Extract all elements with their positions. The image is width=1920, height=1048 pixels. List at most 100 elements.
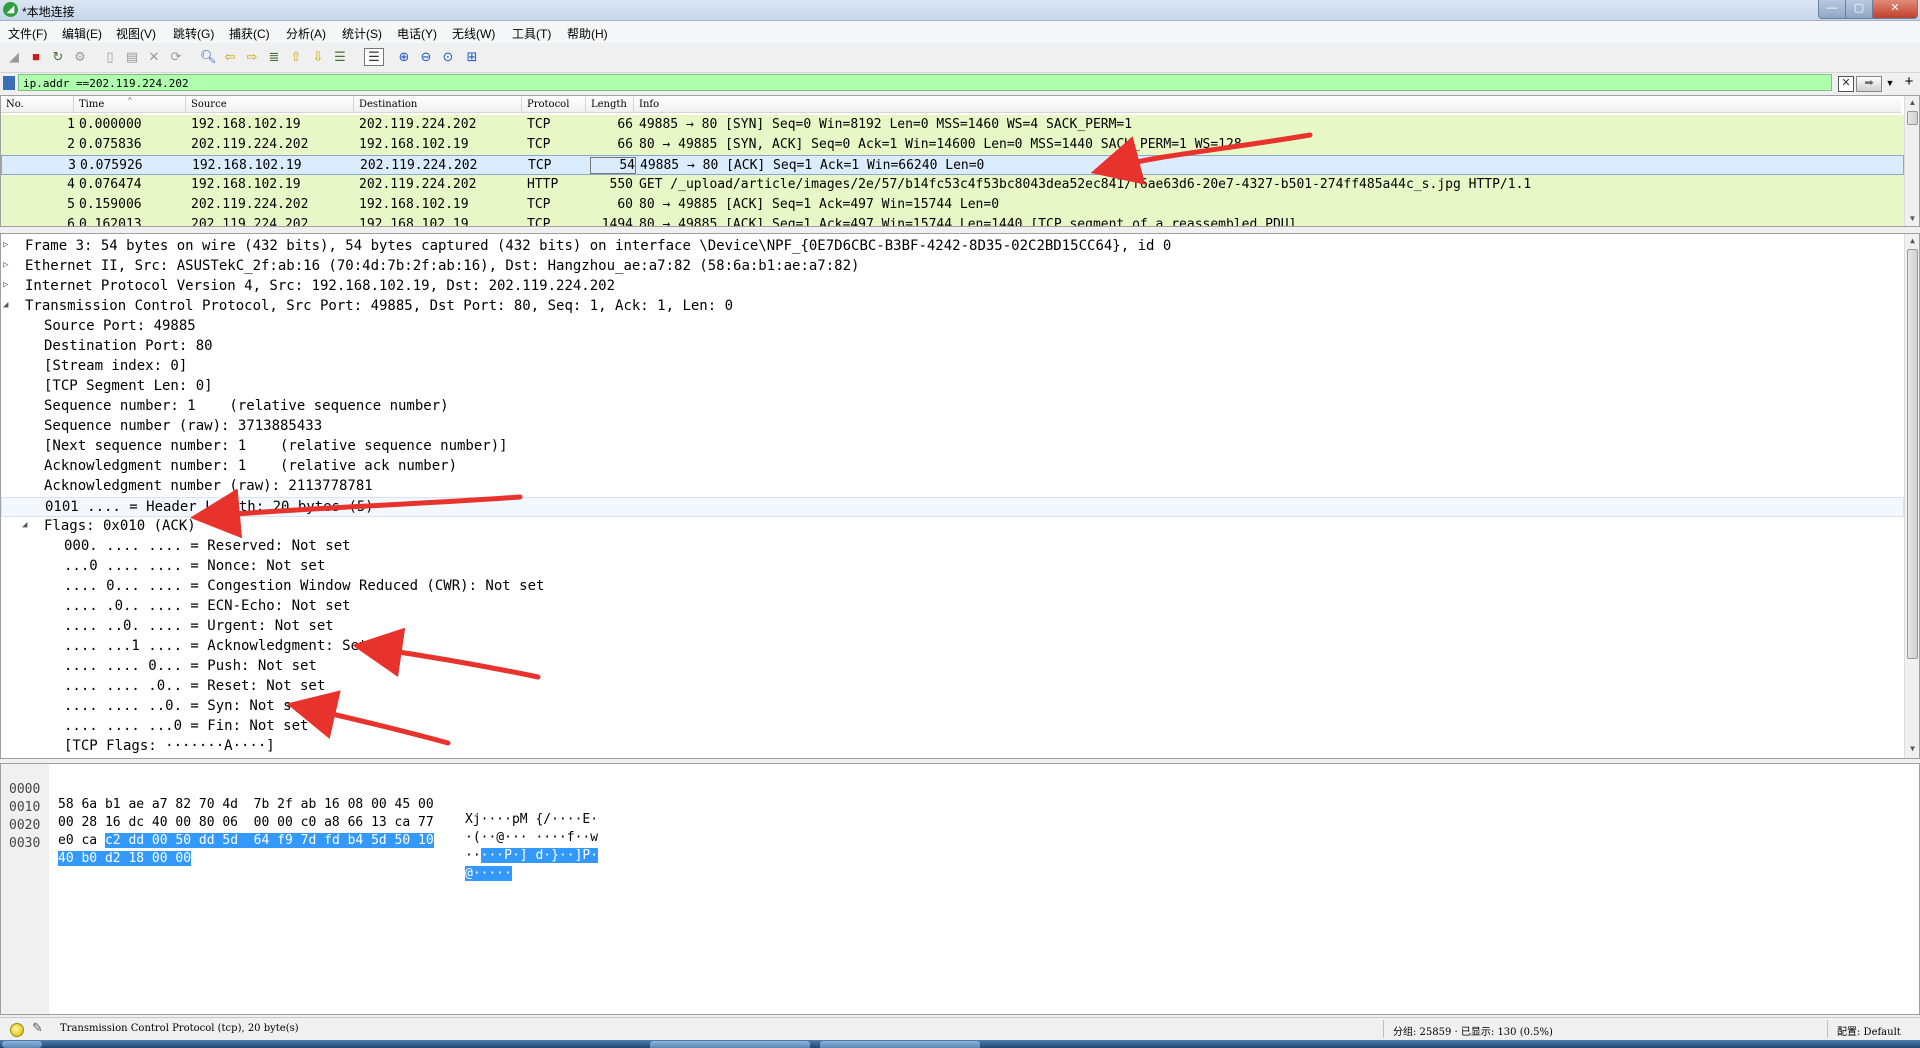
bytes-row[interactable]: 0020 e0 ca c2 dd 00 50 dd 5d 64 f9 7d fd… <box>1 803 1901 863</box>
packet-row[interactable]: 4 0.076474 192.168.102.19 202.119.224.20… <box>1 175 1904 195</box>
go-back-icon[interactable]: ⇦ <box>222 49 238 65</box>
bytes-row[interactable]: 0000 58 6a b1 ae a7 82 70 4d 7b 2f ab 16… <box>1 767 1901 827</box>
detail-row[interactable]: .... ...1 .... = Acknowledgment: Set <box>1 637 1904 657</box>
menu-tools[interactable]: 工具(T) <box>512 25 551 42</box>
packet-list-scrollbar[interactable]: ▲ ▼ <box>1904 96 1919 226</box>
column-header-source[interactable]: Source <box>191 99 227 110</box>
expand-triangle-icon[interactable]: ▷ <box>3 240 13 250</box>
collapse-triangle-icon[interactable]: ◢ <box>22 520 32 530</box>
detail-row[interactable]: ▷ Ethernet II, Src: ASUSTekC_2f:ab:16 (70… <box>1 257 1904 277</box>
go-first-icon[interactable]: ⇧ <box>288 49 304 65</box>
find-packet-icon[interactable]: 🔍︎ <box>200 49 217 65</box>
detail-row[interactable]: ◢ Flags: 0x010 (ACK) <box>1 517 1904 537</box>
detail-row[interactable]: ◢ Transmission Control Protocol, Src Port… <box>1 297 1904 317</box>
detail-row[interactable]: .... .... 0... = Push: Not set <box>1 657 1904 677</box>
menu-capture[interactable]: 捕获(C) <box>229 25 270 42</box>
close-file-icon[interactable]: ✕ <box>146 49 162 65</box>
detail-row[interactable]: Source Port: 49885 <box>1 317 1904 337</box>
display-filter-input[interactable]: ip.addr ==202.119.224.202 <box>18 74 1832 91</box>
autoscroll-icon[interactable]: ☰ <box>332 49 348 65</box>
detail-row[interactable]: [Stream index: 0] <box>1 357 1904 377</box>
column-header-protocol[interactable]: Protocol <box>527 99 569 110</box>
packet-row-selected[interactable]: 3 0.075926 192.168.102.19 202.119.224.20… <box>1 155 1904 175</box>
zoom-reset-icon[interactable]: ⊙ <box>440 49 456 65</box>
menu-statistics[interactable]: 统计(S) <box>342 25 382 42</box>
reload-file-icon[interactable]: ⟳ <box>168 49 184 65</box>
collapse-triangle-icon[interactable]: ◢ <box>3 300 13 310</box>
detail-row[interactable]: Sequence number: 1 (relative sequence nu… <box>1 397 1904 417</box>
packet-row[interactable]: 1 0.000000 192.168.102.19 202.119.224.20… <box>1 115 1904 135</box>
detail-row[interactable]: .... .0.. .... = ECN-Echo: Not set <box>1 597 1904 617</box>
scroll-thumb[interactable] <box>1907 111 1918 125</box>
taskbar-button[interactable] <box>820 1041 980 1048</box>
bytes-row[interactable]: 0030 40 b0 d2 18 00 00 @····· <box>1 821 1901 881</box>
detail-row[interactable]: Acknowledgment number (raw): 2113778781 <box>1 477 1904 497</box>
go-last-icon[interactable]: ⇩ <box>310 49 326 65</box>
scroll-up-icon[interactable]: ▲ <box>1905 234 1919 248</box>
minimize-button[interactable]: — <box>1818 0 1846 19</box>
detail-row[interactable]: Acknowledgment number: 1 (relative ack n… <box>1 457 1904 477</box>
start-capture-fin-icon[interactable]: ◢ <box>6 49 22 65</box>
detail-row[interactable]: [Next sequence number: 1 (relative seque… <box>1 437 1904 457</box>
go-to-packet-icon[interactable]: ≣ <box>266 49 282 65</box>
column-header-time[interactable]: Time <box>79 99 104 110</box>
edit-comment-pencil-icon[interactable]: ✎ <box>32 1020 43 1036</box>
menu-help[interactable]: 帮助(H) <box>567 25 608 42</box>
column-header-length[interactable]: Length <box>591 99 627 110</box>
expert-info-led-icon[interactable] <box>10 1023 24 1037</box>
plus-icon[interactable]: + <box>1902 74 1916 90</box>
colorize-icon[interactable]: ☰ <box>364 48 384 66</box>
chevron-down-icon[interactable]: ▼ <box>1883 76 1897 90</box>
detail-row[interactable]: 0101 .... = Header Length: 20 bytes (5) <box>1 497 1904 517</box>
restart-capture-icon[interactable]: ↻ <box>50 49 66 65</box>
detail-row[interactable]: .... 0... .... = Congestion Window Reduc… <box>1 577 1904 597</box>
column-header-no[interactable]: No. <box>6 99 24 110</box>
maximize-button[interactable]: ▢ <box>1845 0 1873 19</box>
scroll-down-icon[interactable]: ▼ <box>1905 212 1919 226</box>
detail-row[interactable]: .... .... ..0. = Syn: Not set <box>1 697 1904 717</box>
detail-row[interactable]: ▷ Internet Protocol Version 4, Src: 192.1… <box>1 277 1904 297</box>
taskbar-button[interactable] <box>650 1041 810 1048</box>
detail-row[interactable]: [TCP Flags: ·······A····] <box>1 737 1904 757</box>
scroll-up-icon[interactable]: ▲ <box>1905 96 1919 110</box>
go-forward-icon[interactable]: ⇨ <box>244 49 260 65</box>
menu-edit[interactable]: 编辑(E) <box>62 25 102 42</box>
zoom-in-icon[interactable]: ⊕ <box>396 49 412 65</box>
packet-row[interactable]: 2 0.075836 202.119.224.202 192.168.102.1… <box>1 135 1904 155</box>
menu-telephony[interactable]: 电话(Y) <box>397 25 437 42</box>
expand-triangle-icon[interactable]: ▷ <box>3 260 13 270</box>
bookmark-icon[interactable] <box>3 76 15 90</box>
menu-file[interactable]: 文件(F) <box>8 25 47 42</box>
menu-wireless[interactable]: 无线(W) <box>452 25 495 42</box>
packet-row[interactable]: 6 0.162013 202.119.224.202 192.168.102.1… <box>1 215 1904 226</box>
detail-row[interactable]: Destination Port: 80 <box>1 337 1904 357</box>
detail-row[interactable]: ▷ Frame 3: 54 bytes on wire (432 bits), 5… <box>1 237 1904 257</box>
save-file-icon[interactable]: ▤ <box>124 49 140 65</box>
menu-go[interactable]: 跳转(G) <box>173 25 214 42</box>
details-scrollbar[interactable]: ▲ ▼ <box>1904 234 1919 758</box>
open-file-icon[interactable]: ▯ <box>102 49 118 65</box>
capture-options-icon[interactable]: ⚙ <box>72 49 88 65</box>
detail-row[interactable]: [TCP Segment Len: 0] <box>1 377 1904 397</box>
resize-columns-icon[interactable]: ⊞ <box>464 49 480 65</box>
packet-row[interactable]: 5 0.159006 202.119.224.202 192.168.102.1… <box>1 195 1904 215</box>
bytes-row[interactable]: 0010 00 28 16 dc 40 00 80 06 00 00 c0 a8… <box>1 785 1901 845</box>
apply-filter-arrow-icon[interactable]: ➡ <box>1856 76 1882 92</box>
clear-filter-icon[interactable]: ✕ <box>1838 76 1854 92</box>
detail-row[interactable]: ...0 .... .... = Nonce: Not set <box>1 557 1904 577</box>
stop-capture-icon[interactable]: ■ <box>28 49 44 65</box>
detail-row[interactable]: .... .... .0.. = Reset: Not set <box>1 677 1904 697</box>
status-profile[interactable]: 配置: Default <box>1837 1023 1901 1038</box>
close-button[interactable]: ✕ <box>1872 0 1918 19</box>
zoom-out-icon[interactable]: ⊖ <box>418 49 434 65</box>
detail-row[interactable]: Sequence number (raw): 3713885433 <box>1 417 1904 437</box>
menu-view[interactable]: 视图(V) <box>116 25 156 42</box>
detail-row[interactable]: .... ..0. .... = Urgent: Not set <box>1 617 1904 637</box>
column-header-info[interactable]: Info <box>639 99 659 110</box>
scroll-down-icon[interactable]: ▼ <box>1905 742 1919 756</box>
column-header-destination[interactable]: Destination <box>359 99 417 110</box>
menu-analyze[interactable]: 分析(A) <box>286 25 326 42</box>
scroll-thumb[interactable] <box>1907 249 1918 659</box>
expand-triangle-icon[interactable]: ▷ <box>3 280 13 290</box>
start-button[interactable] <box>2 1041 42 1048</box>
